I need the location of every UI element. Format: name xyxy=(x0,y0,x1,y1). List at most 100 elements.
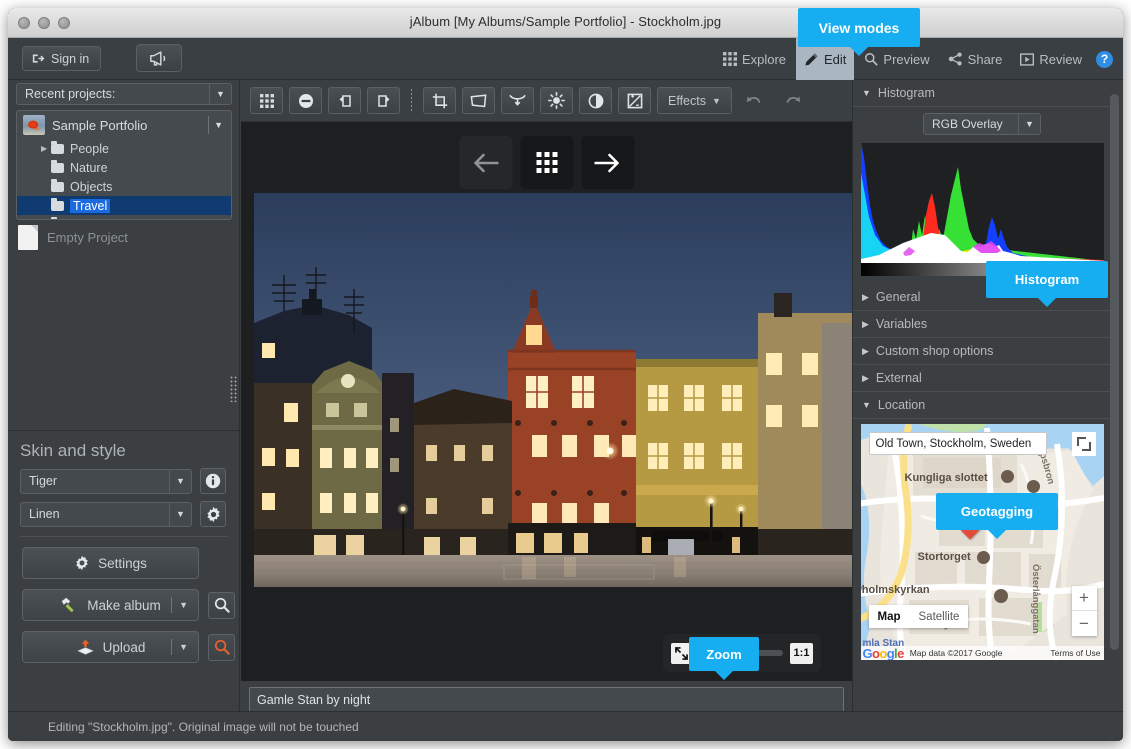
section-variables-label: Variables xyxy=(875,317,928,331)
left-sidebar: Recent projects: ▼ Sample Portfolio ▼ ▶ … xyxy=(8,80,240,741)
red-eye-icon-button[interactable] xyxy=(501,87,534,114)
undo-button[interactable] xyxy=(738,87,771,114)
section-histogram-header[interactable]: ▼ Histogram xyxy=(853,80,1111,107)
section-custom-shop-options-header[interactable]: ▶ Custom shop options xyxy=(853,338,1111,365)
tab-preview-label: Preview xyxy=(883,51,930,67)
divider xyxy=(171,639,173,655)
fullscreen-icon[interactable] xyxy=(1071,432,1096,456)
histogram-mode-select[interactable]: RGB Overlay ▼ xyxy=(923,113,1041,135)
right-panel-scrollbar[interactable] xyxy=(1110,94,1119,650)
map-terms-link[interactable]: Terms of Use xyxy=(1050,648,1100,658)
sign-in-button[interactable]: Sign in xyxy=(22,46,102,71)
make-album-row: Make album ▼ xyxy=(8,579,240,621)
make-album-dropdown[interactable]: ▼ xyxy=(171,597,188,613)
thumbnail-view-button[interactable] xyxy=(520,136,573,189)
divider xyxy=(208,116,209,134)
chevron-down-icon: ▼ xyxy=(862,400,871,410)
play-icon xyxy=(1020,52,1035,66)
chevron-down-icon[interactable]: ▼ xyxy=(179,600,188,610)
page-icon xyxy=(18,225,38,250)
gear-icon xyxy=(74,555,90,571)
map-zoom-in-button[interactable]: + xyxy=(1071,586,1097,611)
help-button[interactable]: ? xyxy=(1096,50,1113,68)
chevron-down-icon[interactable]: ▼ xyxy=(209,84,231,104)
perspective-icon-button[interactable] xyxy=(462,87,495,114)
tree-item-people[interactable]: ▶ People xyxy=(17,139,231,158)
tree-root-sample-portfolio[interactable]: Sample Portfolio ▼ xyxy=(17,111,231,139)
tree-item-nature[interactable]: Nature xyxy=(17,158,231,177)
crop-icon-button[interactable] xyxy=(423,87,456,114)
project-tree[interactable]: Sample Portfolio ▼ ▶ People Nature Objec… xyxy=(16,110,232,220)
contrast-icon-button[interactable] xyxy=(579,87,612,114)
tab-review[interactable]: Review xyxy=(1012,38,1090,80)
geotag-map[interactable]: Kungliga slottet GAMLA STAN Stortorget r… xyxy=(860,424,1104,661)
status-bar: Editing "Stockholm.jpg". Original image … xyxy=(8,711,1123,741)
upload-label: Upload xyxy=(102,639,146,655)
section-variables-header[interactable]: ▶ Variables xyxy=(853,311,1111,338)
section-custom-shop-options-label: Custom shop options xyxy=(875,344,994,358)
map-zoom-out-button[interactable]: − xyxy=(1072,611,1097,636)
location-search-input[interactable] xyxy=(868,432,1047,455)
photo-stockholm[interactable] xyxy=(254,193,852,587)
map-type-map[interactable]: Map xyxy=(869,605,910,628)
panel-splitter-grip[interactable] xyxy=(230,376,237,402)
histogram-mode-value: RGB Overlay xyxy=(932,117,1003,131)
section-external-header[interactable]: ▶ External xyxy=(853,365,1111,392)
tree-item-travel[interactable]: Travel xyxy=(17,196,231,215)
brightness-icon-button[interactable] xyxy=(540,87,573,114)
map-data-text: Map data ©2017 Google xyxy=(909,648,1003,658)
make-album-button[interactable]: Make album ▼ xyxy=(22,589,199,621)
tree-item-objects[interactable]: Objects xyxy=(17,177,231,196)
exclude-icon-button[interactable] xyxy=(289,87,322,114)
chevron-down-icon[interactable]: ▼ xyxy=(1018,114,1040,134)
rotate-left-icon-button[interactable] xyxy=(328,87,361,114)
skin-select[interactable]: Tiger ▼ xyxy=(20,468,192,494)
style-select[interactable]: Linen ▼ xyxy=(20,501,192,527)
application-window: jAlbum [My Albums/Sample Portfolio] - St… xyxy=(8,8,1123,741)
folder-icon xyxy=(51,197,64,211)
tab-explore[interactable]: Explore xyxy=(715,38,794,80)
skin-section-title: Skin and style xyxy=(20,441,126,460)
skin-and-style-section: Skin and style Tiger ▼ Linen ▼ Settings … xyxy=(8,430,240,741)
rotate-right-icon-button[interactable] xyxy=(367,87,400,114)
empty-project-item[interactable]: Empty Project xyxy=(18,225,128,250)
style-settings-button[interactable] xyxy=(200,501,226,527)
section-location-header[interactable]: ▼ Location xyxy=(853,392,1111,419)
recent-projects-combo[interactable]: Recent projects: ▼ xyxy=(16,83,232,105)
previous-image-button[interactable] xyxy=(459,136,512,189)
upload-button[interactable]: Upload ▼ xyxy=(22,631,199,663)
settings-button[interactable]: Settings xyxy=(22,547,199,579)
upload-dropdown[interactable]: ▼ xyxy=(171,639,188,655)
redo-button[interactable] xyxy=(777,87,810,114)
preview-album-button[interactable] xyxy=(208,591,235,619)
tree-item-res[interactable]: ▶ res xyxy=(17,215,231,219)
skin-row: Tiger ▼ xyxy=(20,468,240,494)
next-image-button[interactable] xyxy=(581,136,634,189)
settings-label: Settings xyxy=(98,555,147,571)
folder-icon xyxy=(51,178,64,192)
recent-projects-label: Recent projects: xyxy=(25,87,116,101)
folder-icon xyxy=(51,140,64,154)
map-type-satellite[interactable]: Satellite xyxy=(910,605,969,628)
status-message: Editing "Stockholm.jpg". Original image … xyxy=(48,719,359,734)
skin-info-button[interactable] xyxy=(200,468,226,494)
chevron-down-icon[interactable]: ▼ xyxy=(169,502,191,526)
google-logo: Google xyxy=(862,645,905,661)
chevron-down-icon[interactable]: ▼ xyxy=(179,642,188,652)
sign-in-label: Sign in xyxy=(51,51,90,66)
tab-share[interactable]: Share xyxy=(940,38,1011,80)
grid-icon xyxy=(722,52,737,66)
chevron-down-icon[interactable]: ▼ xyxy=(169,469,191,493)
effects-dropdown-button[interactable]: Effects ▼ xyxy=(657,87,732,114)
announcements-button[interactable] xyxy=(136,44,182,72)
thumbnail-grid-icon-button[interactable] xyxy=(250,87,283,114)
chevron-down-icon[interactable]: ▼ xyxy=(214,120,223,130)
preview-upload-button[interactable] xyxy=(208,633,235,661)
callout-zoom: Zoom xyxy=(689,637,759,680)
folder-icon xyxy=(51,216,57,219)
effects-label: Effects xyxy=(668,93,706,108)
actual-size-button[interactable]: 1:1 xyxy=(790,642,813,664)
expand-arrow-icon[interactable]: ▶ xyxy=(41,144,47,153)
levels-icon-button[interactable] xyxy=(618,87,651,114)
magnifier-orange-icon xyxy=(214,639,230,655)
